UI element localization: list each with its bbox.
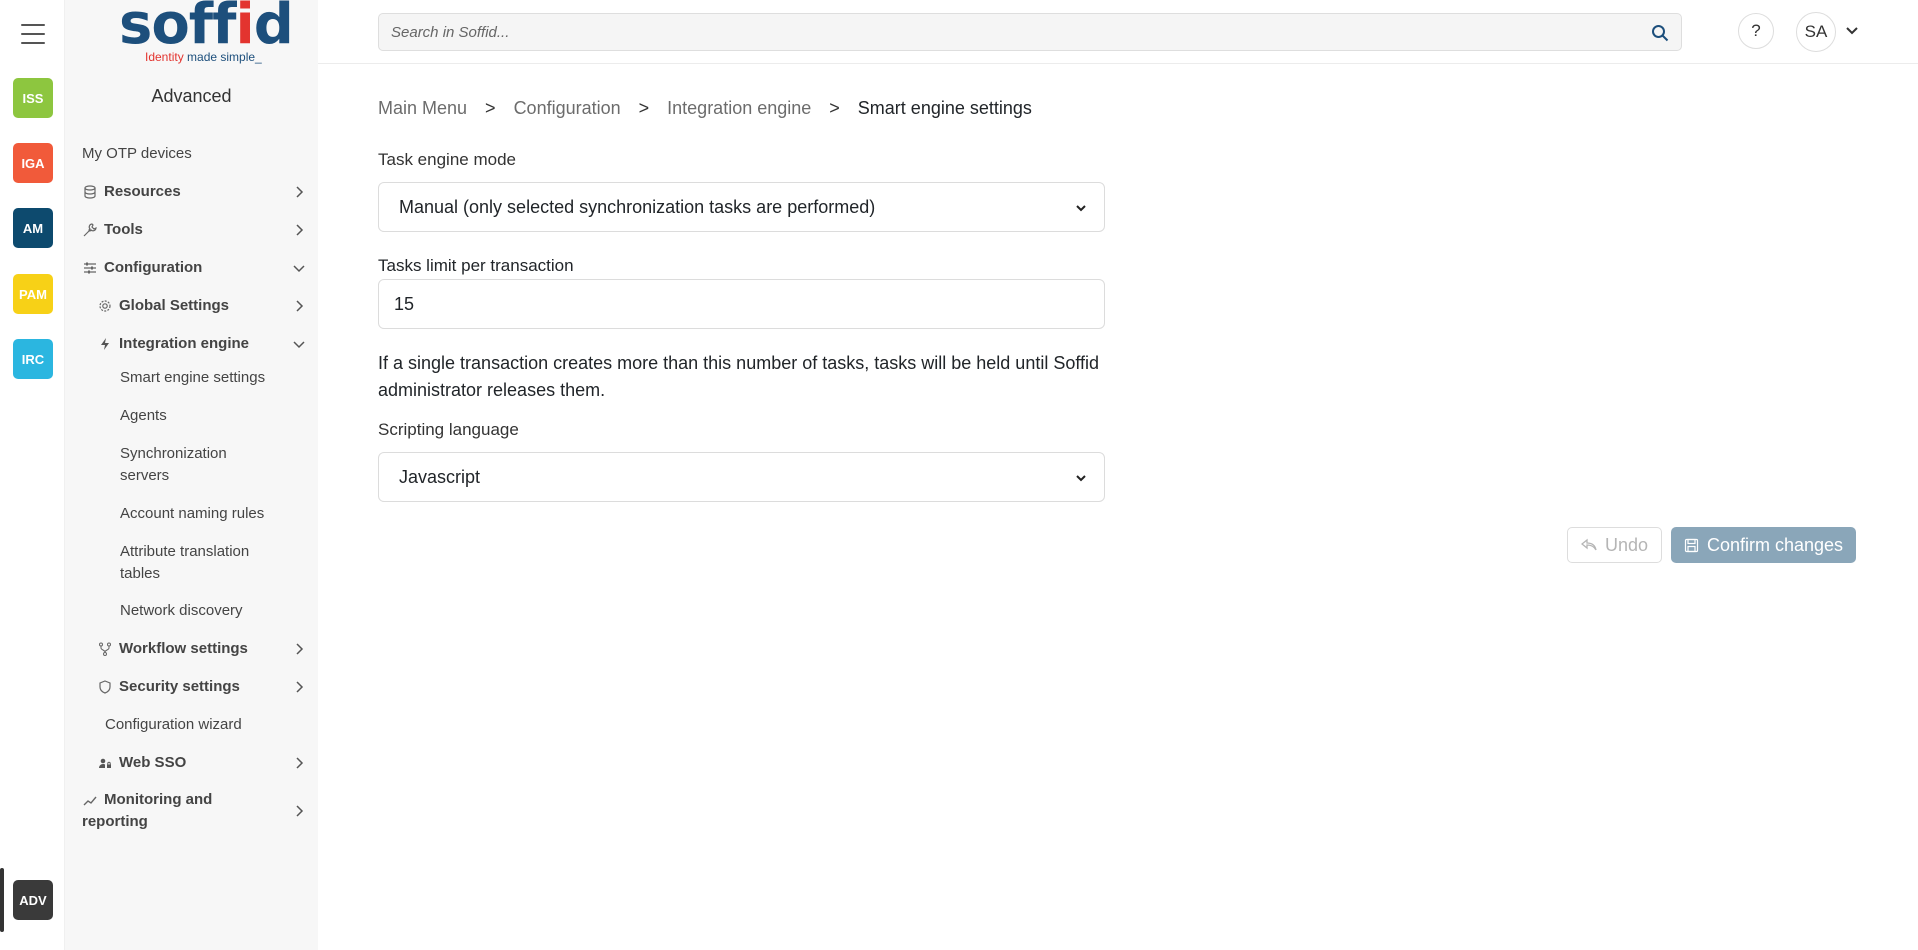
sidebar-item-agents[interactable]: Agents [65, 405, 318, 427]
logo-tagline: Identity made simple_ [145, 50, 262, 64]
undo-icon [1580, 538, 1597, 551]
chevron-right-icon [296, 643, 304, 655]
module-iga-button[interactable]: IGA [13, 143, 53, 183]
chevron-down-icon [293, 341, 305, 349]
module-am-button[interactable]: AM [13, 208, 53, 248]
sidebar-item-synchronization-servers[interactable]: Synchronization servers [65, 443, 318, 487]
task-engine-mode-value: Manual (only selected synchronization ta… [399, 196, 876, 217]
sidebar-item-configuration[interactable]: Configuration [65, 257, 318, 279]
wrench-icon [82, 222, 98, 238]
top-bar: ? SA [318, 0, 1918, 64]
tasks-limit-input[interactable] [378, 279, 1105, 329]
chevron-down-icon [293, 265, 305, 273]
user-avatar[interactable]: SA [1796, 12, 1836, 52]
hamburger-menu-icon[interactable] [21, 24, 45, 44]
bolt-icon [97, 336, 113, 352]
sidebar-title: Advanced [151, 86, 232, 106]
chevron-right-icon [296, 300, 304, 312]
sidebar: soffid Identity made simple_ Advanced My… [65, 0, 318, 950]
search-box [378, 13, 1682, 51]
logo-wordmark: soffid [119, 0, 294, 57]
save-icon [1684, 538, 1699, 552]
module-pam-button[interactable]: PAM [13, 274, 53, 314]
breadcrumb-configuration[interactable]: Configuration [514, 98, 621, 119]
breadcrumb-integration-engine[interactable]: Integration engine [667, 98, 811, 119]
gear-icon [97, 298, 113, 314]
chevron-right-icon [296, 681, 304, 693]
sidebar-item-global-settings[interactable]: Global Settings [65, 295, 318, 317]
chevron-down-icon [1076, 475, 1086, 482]
help-button[interactable]: ? [1738, 13, 1774, 49]
sliders-icon [82, 260, 98, 276]
scripting-language-value: Javascript [399, 466, 481, 487]
module-adv-button[interactable]: ADV [13, 880, 53, 920]
search-icon[interactable] [1651, 24, 1669, 42]
sidebar-item-workflow-settings[interactable]: Workflow settings [65, 638, 318, 660]
breadcrumb-current: Smart engine settings [857, 97, 1032, 118]
scripting-language-select[interactable]: Javascript [378, 452, 1105, 502]
tasks-limit-label: Tasks limit per transaction [378, 256, 574, 275]
module-iss-button[interactable]: ISS [13, 78, 53, 118]
chevron-right-icon [296, 224, 304, 236]
sidebar-item-resources[interactable]: Resources [65, 181, 318, 203]
sidebar-item-network-discovery[interactable]: Network discovery [65, 600, 318, 622]
breadcrumb-separator: > [485, 97, 496, 118]
confirm-changes-button[interactable]: Confirm changes [1671, 527, 1856, 563]
task-engine-mode-select[interactable]: Manual (only selected synchronization ta… [378, 182, 1105, 232]
search-input[interactable] [379, 14, 1681, 50]
tasks-limit-help-text: If a single transaction creates more tha… [378, 353, 1100, 400]
breadcrumb-separator: > [638, 97, 650, 118]
breadcrumb-separator: > [829, 97, 840, 118]
workflow-icon [97, 641, 113, 657]
sidebar-item-web-sso[interactable]: Web SSO [65, 752, 318, 774]
sidebar-item-attribute-translation-tables[interactable]: Attribute translation tables [65, 541, 318, 585]
chart-line-icon [82, 793, 98, 809]
chevron-down-icon[interactable] [1844, 23, 1860, 39]
task-engine-mode-label: Task engine mode [378, 150, 516, 169]
module-rail: ISS IGA AM PAM IRC ADV [0, 0, 65, 950]
undo-button[interactable]: Undo [1567, 527, 1662, 563]
chevron-down-icon [1076, 205, 1086, 212]
chevron-right-icon [296, 805, 304, 817]
shield-icon [97, 679, 113, 695]
sidebar-item-smart-engine-settings[interactable]: Smart engine settings [65, 367, 318, 389]
user-lock-icon [97, 755, 113, 771]
chevron-right-icon [296, 757, 304, 769]
database-icon [82, 184, 98, 200]
module-irc-button[interactable]: IRC [13, 339, 53, 379]
active-module-indicator [0, 868, 4, 932]
sidebar-item-tools[interactable]: Tools [65, 219, 318, 241]
sidebar-item-otp-devices[interactable]: My OTP devices [65, 143, 318, 165]
breadcrumb: Main Menu > Configuration > Integration … [378, 96, 1032, 120]
scripting-language-label: Scripting language [378, 420, 519, 439]
chevron-right-icon [296, 186, 304, 198]
sidebar-item-account-naming-rules[interactable]: Account naming rules [65, 503, 318, 525]
breadcrumb-main-menu[interactable]: Main Menu [378, 98, 467, 119]
sidebar-item-security-settings[interactable]: Security settings [65, 676, 318, 698]
sidebar-item-integration-engine[interactable]: Integration engine [65, 333, 318, 355]
sidebar-item-monitoring-reporting[interactable]: Monitoring and reporting [65, 789, 318, 833]
sidebar-item-configuration-wizard[interactable]: Configuration wizard [65, 714, 318, 736]
soffid-logo[interactable]: soffid Identity made simple_ [119, 0, 294, 66]
